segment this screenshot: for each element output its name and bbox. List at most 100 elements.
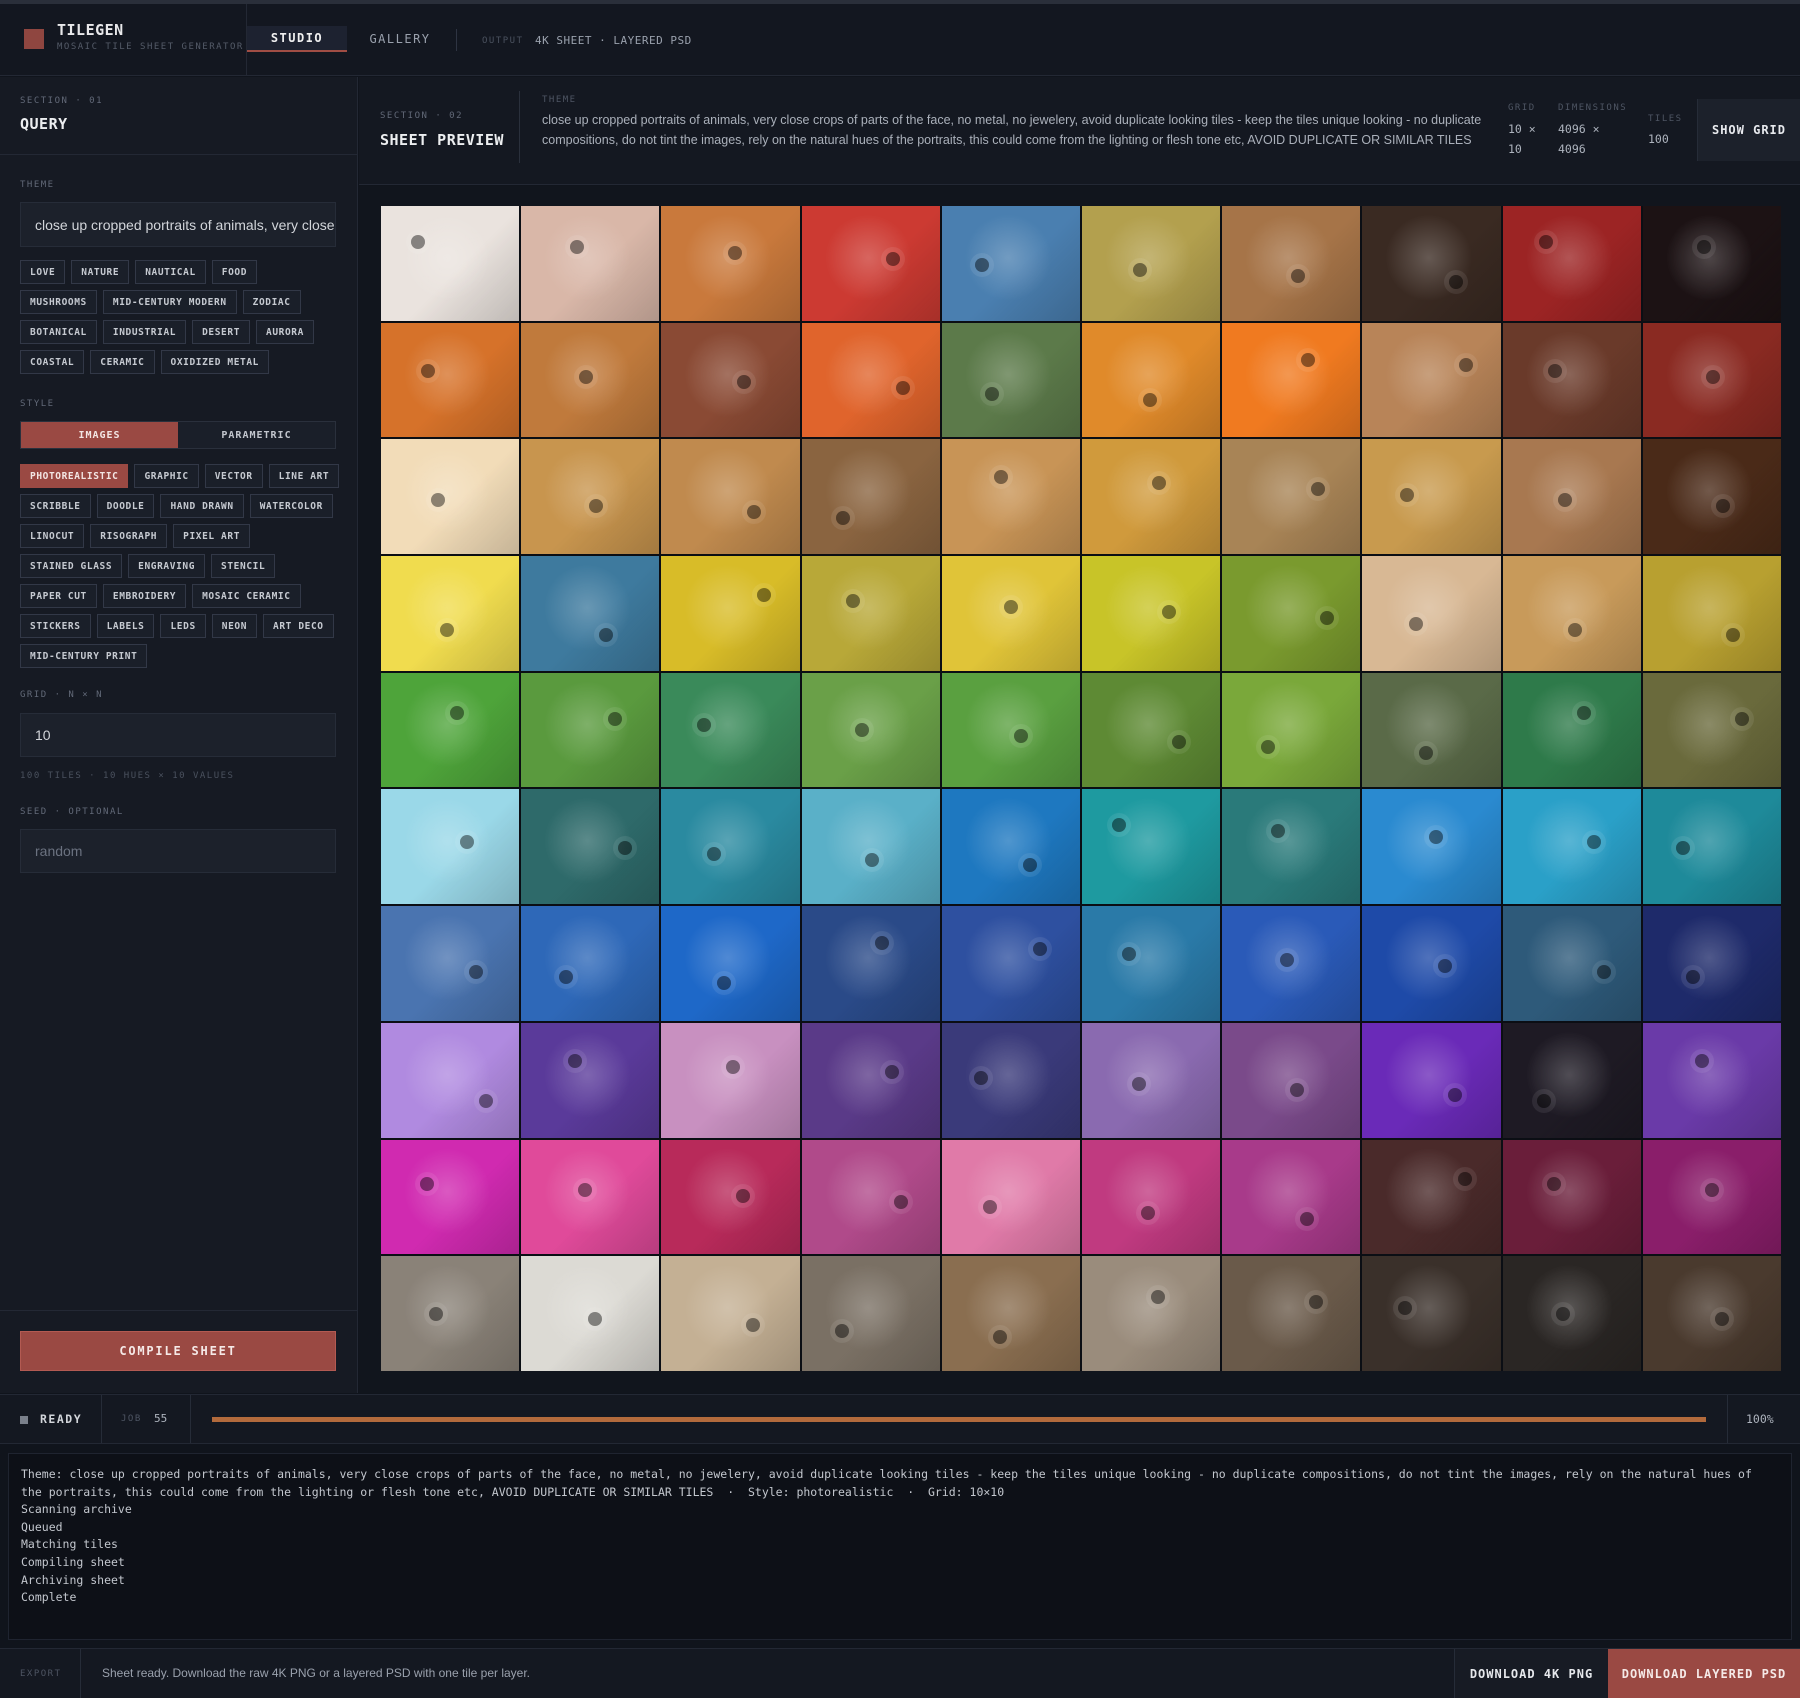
mosaic-tile[interactable] <box>1502 556 1641 671</box>
theme-input[interactable]: close up cropped portraits of animals, v… <box>20 202 336 247</box>
mosaic-tile[interactable] <box>1362 672 1501 788</box>
chip-vector[interactable]: VECTOR <box>204 464 263 488</box>
mosaic-tile[interactable] <box>801 672 940 788</box>
mosaic-tile[interactable] <box>521 1256 660 1371</box>
mosaic-tile[interactable] <box>1502 906 1641 1021</box>
mosaic-tile[interactable] <box>1362 439 1501 555</box>
mosaic-tile[interactable] <box>381 1139 520 1255</box>
tab-studio[interactable]: STUDIO <box>247 26 347 52</box>
mosaic-tile[interactable] <box>1081 906 1221 1021</box>
mosaic-tile[interactable] <box>661 206 800 321</box>
mosaic-tile[interactable] <box>941 672 1080 788</box>
mosaic-tile[interactable] <box>941 1256 1080 1371</box>
mosaic-tile[interactable] <box>941 906 1080 1021</box>
mosaic-tile[interactable] <box>1502 672 1641 788</box>
mosaic-tile[interactable] <box>381 672 520 788</box>
mosaic-tile[interactable] <box>1642 1022 1781 1138</box>
mosaic-tile[interactable] <box>801 789 940 905</box>
style-mode-parametric[interactable]: PARAMETRIC <box>178 422 335 448</box>
mosaic-tile[interactable] <box>941 1022 1080 1138</box>
mosaic-tile[interactable] <box>1502 439 1641 555</box>
compile-sheet-button[interactable]: COMPILE SHEET <box>20 1331 336 1371</box>
mosaic-tile[interactable] <box>941 789 1080 905</box>
chip-industrial[interactable]: INDUSTRIAL <box>102 320 187 344</box>
mosaic-tile[interactable] <box>801 556 940 671</box>
chip-mid-century-modern[interactable]: MID-CENTURY MODERN <box>102 290 237 314</box>
mosaic-tile[interactable] <box>1362 1022 1501 1138</box>
chip-hand-drawn[interactable]: HAND DRAWN <box>160 494 244 518</box>
show-grid-button[interactable]: SHOW GRID <box>1697 99 1800 161</box>
mosaic-tile[interactable] <box>381 906 520 1021</box>
mosaic-tile[interactable] <box>521 672 660 788</box>
mosaic-tile[interactable] <box>1081 789 1221 905</box>
mosaic-tile[interactable] <box>1362 322 1501 438</box>
mosaic-tile[interactable] <box>661 556 800 671</box>
mosaic-tile[interactable] <box>1502 1139 1641 1255</box>
mosaic-tile[interactable] <box>521 439 660 555</box>
chip-mushrooms[interactable]: MUSHROOMS <box>20 290 97 314</box>
chip-coastal[interactable]: COASTAL <box>20 350 85 374</box>
mosaic-tile[interactable] <box>1222 1256 1361 1371</box>
chip-labels[interactable]: LABELS <box>96 614 155 638</box>
chip-engraving[interactable]: ENGRAVING <box>128 554 206 578</box>
chip-linocut[interactable]: LINOCUT <box>20 524 85 548</box>
mosaic-tile[interactable] <box>1362 1256 1501 1371</box>
mosaic-tile[interactable] <box>1642 322 1781 438</box>
mosaic-tile[interactable] <box>1642 1139 1781 1255</box>
mosaic-tile[interactable] <box>521 1139 660 1255</box>
mosaic-tile[interactable] <box>1502 322 1641 438</box>
mosaic-tile[interactable] <box>381 1256 520 1371</box>
chip-stickers[interactable]: STICKERS <box>20 614 91 638</box>
mosaic-tile[interactable] <box>661 1022 800 1138</box>
mosaic-tile[interactable] <box>521 906 660 1021</box>
mosaic-tile[interactable] <box>801 206 940 321</box>
chip-watercolor[interactable]: WATERCOLOR <box>249 494 333 518</box>
mosaic-tile[interactable] <box>661 789 800 905</box>
mosaic-tile[interactable] <box>941 1139 1080 1255</box>
chip-zodiac[interactable]: ZODIAC <box>242 290 301 314</box>
mosaic-tile[interactable] <box>661 439 800 555</box>
mosaic-tile[interactable] <box>1642 1256 1781 1371</box>
chip-leds[interactable]: LEDS <box>160 614 206 638</box>
mosaic-tile[interactable] <box>1081 1022 1221 1138</box>
chip-neon[interactable]: NEON <box>211 614 258 638</box>
mosaic-tile[interactable] <box>1362 789 1501 905</box>
mosaic-tile[interactable] <box>661 1139 800 1255</box>
mosaic-tile[interactable] <box>1081 556 1221 671</box>
chip-desert[interactable]: DESERT <box>192 320 251 344</box>
mosaic-tile[interactable] <box>521 789 660 905</box>
mosaic-tile[interactable] <box>801 322 940 438</box>
mosaic-tile[interactable] <box>1362 906 1501 1021</box>
seed-input[interactable]: random <box>20 829 336 873</box>
mosaic-tile[interactable] <box>521 1022 660 1138</box>
mosaic-tile[interactable] <box>381 556 520 671</box>
mosaic-tile[interactable] <box>1502 789 1641 905</box>
chip-art-deco[interactable]: ART DECO <box>263 614 334 638</box>
tab-gallery[interactable]: GALLERY <box>360 26 440 52</box>
mosaic-tile[interactable] <box>1642 556 1781 671</box>
mosaic-tile[interactable] <box>1222 206 1361 321</box>
chip-embroidery[interactable]: EMBROIDERY <box>102 584 187 608</box>
mosaic-tile[interactable] <box>1081 1256 1221 1371</box>
mosaic-tile[interactable] <box>801 1256 940 1371</box>
mosaic-tile[interactable] <box>661 672 800 788</box>
mosaic-tile[interactable] <box>1642 906 1781 1021</box>
mosaic-tile[interactable] <box>1502 1256 1641 1371</box>
mosaic-tile[interactable] <box>521 322 660 438</box>
download-psd-button[interactable]: DOWNLOAD LAYERED PSD <box>1608 1649 1800 1698</box>
chip-ceramic[interactable]: CERAMIC <box>90 350 155 374</box>
chip-doodle[interactable]: DOODLE <box>96 494 155 518</box>
mosaic-tile[interactable] <box>941 322 1080 438</box>
chip-food[interactable]: FOOD <box>211 260 258 284</box>
mosaic-tile[interactable] <box>661 322 800 438</box>
mosaic-tile[interactable] <box>1081 206 1221 321</box>
mosaic-tile[interactable] <box>381 322 520 438</box>
mosaic-tile[interactable] <box>1222 322 1361 438</box>
mosaic-tile[interactable] <box>801 1022 940 1138</box>
mosaic-tile[interactable] <box>941 206 1080 321</box>
mosaic-tile[interactable] <box>801 439 940 555</box>
mosaic-tile[interactable] <box>1222 672 1361 788</box>
mosaic-tile[interactable] <box>1081 672 1221 788</box>
mosaic-tile[interactable] <box>521 556 660 671</box>
mosaic-tile[interactable] <box>1362 1139 1501 1255</box>
